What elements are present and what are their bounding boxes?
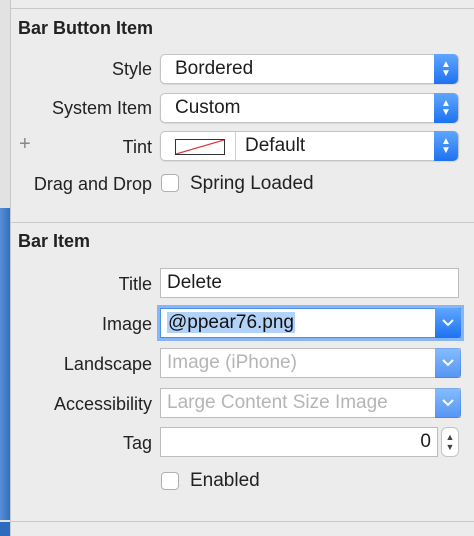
up-down-arrows-icon: ▲ ▼	[434, 54, 458, 84]
spring-loaded-label[interactable]: Spring Loaded	[190, 173, 314, 195]
system-item-popup[interactable]: Custom ▲ ▼	[160, 93, 459, 123]
accessibility-label: Accessibility	[53, 394, 152, 414]
chevron-down-icon[interactable]	[435, 348, 461, 378]
style-popup[interactable]: Bordered ▲ ▼	[160, 54, 459, 84]
bottom-separator	[11, 521, 474, 522]
system-item-label: System Item	[51, 98, 152, 118]
landscape-combo[interactable]: Image (iPhone)	[160, 348, 461, 378]
landscape-placeholder: Image (iPhone)	[167, 352, 297, 373]
title-label: Title	[118, 274, 152, 294]
style-value: Bordered	[175, 58, 254, 79]
tint-popup[interactable]: Default ▲ ▼	[160, 131, 459, 161]
system-item-value: Custom	[175, 97, 241, 118]
stepper-up-icon[interactable]: ▲	[446, 432, 455, 442]
accessibility-placeholder: Large Content Size Image	[167, 392, 388, 413]
background-canvas-edge	[0, 208, 10, 520]
up-down-arrows-icon: ▲ ▼	[434, 131, 458, 161]
stepper-down-icon[interactable]: ▼	[446, 442, 455, 452]
enabled-checkbox[interactable]	[161, 472, 179, 490]
up-down-arrows-icon: ▲ ▼	[434, 93, 458, 123]
image-combo[interactable]: @ppear76.png	[160, 308, 461, 338]
tag-stepper[interactable]: ▲ ▼	[441, 427, 459, 457]
section-separator	[11, 222, 474, 223]
tag-field[interactable]: 0	[160, 427, 438, 457]
swatch-divider	[235, 132, 236, 160]
spring-loaded-checkbox[interactable]	[161, 174, 179, 192]
image-value: @ppear76.png	[167, 312, 295, 333]
title-field[interactable]: Delete	[160, 268, 459, 298]
section-title-bar-button-item: Bar Button Item	[18, 18, 153, 38]
style-label: Style	[111, 59, 152, 79]
landscape-label: Landscape	[63, 354, 152, 374]
tint-label: Tint	[122, 137, 152, 157]
tint-value: Default	[245, 135, 306, 156]
color-swatch-icon	[175, 139, 225, 155]
image-label: Image	[101, 314, 152, 334]
chevron-down-icon[interactable]	[435, 308, 461, 338]
enabled-label[interactable]: Enabled	[190, 470, 260, 492]
section-title-bar-item: Bar Item	[18, 231, 91, 251]
top-separator	[11, 8, 474, 9]
background-canvas-edge-bottom	[0, 522, 10, 536]
accessibility-combo[interactable]: Large Content Size Image	[160, 388, 461, 418]
plus-icon[interactable]: +	[19, 133, 31, 156]
drag-drop-label: Drag and Drop	[33, 174, 152, 194]
tag-label: Tag	[122, 433, 152, 453]
chevron-down-icon[interactable]	[435, 388, 461, 418]
left-edge-strip	[0, 0, 11, 536]
